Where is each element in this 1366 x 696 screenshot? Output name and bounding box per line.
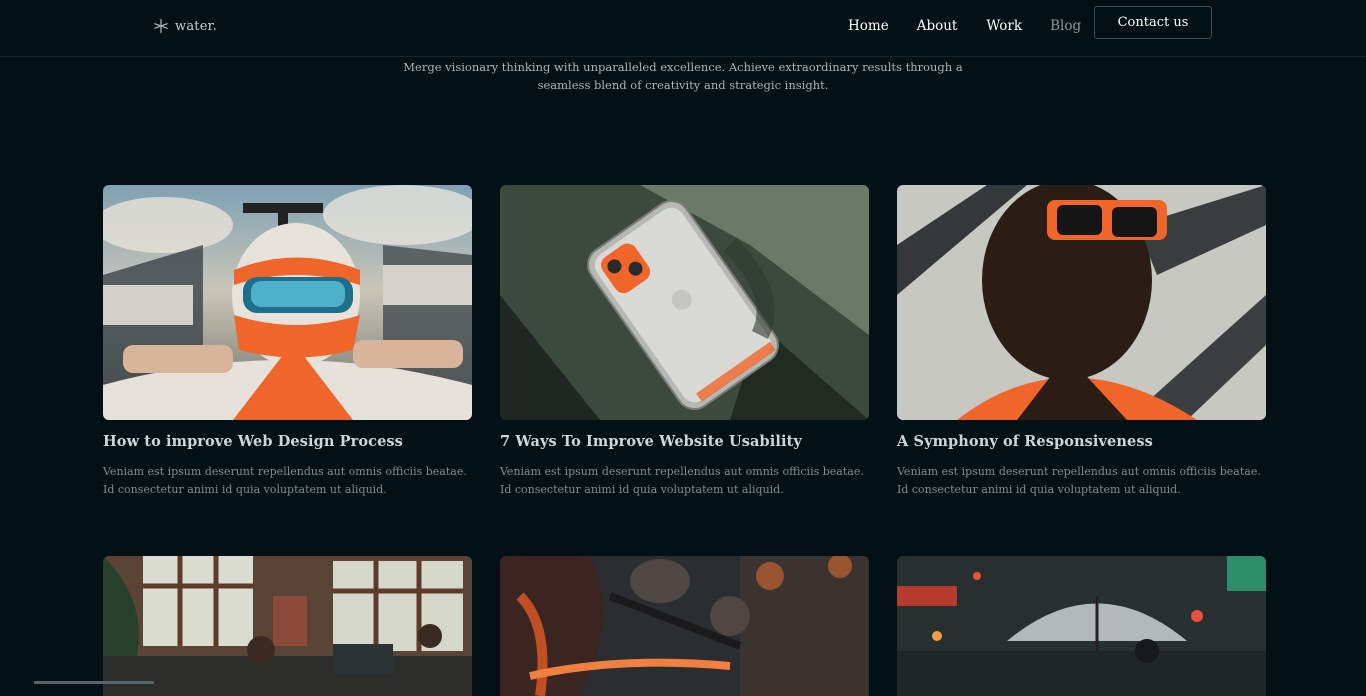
card-excerpt: Veniam est ipsum deserunt repellendus au… [500, 463, 869, 499]
card-image-umbrella[interactable] [897, 556, 1266, 696]
blog-card-responsiveness[interactable]: A Symphony of Responsiveness Veniam est … [897, 185, 1266, 499]
card-excerpt: Veniam est ipsum deserunt repellendus au… [897, 463, 1266, 499]
brand-logo[interactable]: water. [153, 15, 217, 37]
blog-card-bike[interactable] [500, 556, 869, 696]
nav-blog-link[interactable]: Blog [1050, 16, 1081, 36]
card-excerpt: Veniam est ipsum deserunt repellendus au… [103, 463, 472, 499]
card-title[interactable]: 7 Ways To Improve Website Usability [500, 433, 869, 451]
star-icon [153, 18, 169, 34]
card-title[interactable]: A Symphony of Responsiveness [897, 433, 1266, 451]
blog-card-usability[interactable]: 7 Ways To Improve Website Usability Veni… [500, 185, 869, 499]
main-nav: Home About Work Blog [848, 16, 1081, 36]
blog-card-office[interactable] [103, 556, 472, 696]
nav-work-link[interactable]: Work [986, 16, 1022, 36]
nav-home-link[interactable]: Home [848, 16, 889, 36]
card-title[interactable]: How to improve Web Design Process [103, 433, 472, 451]
blog-card-umbrella[interactable] [897, 556, 1266, 696]
card-image-portrait[interactable] [897, 185, 1266, 420]
top-navbar: water. Home About Work Blog Contact us [0, 0, 1366, 57]
card-image-bike[interactable] [500, 556, 869, 696]
card-image-office[interactable] [103, 556, 472, 696]
blog-card-web-design[interactable]: How to improve Web Design Process Veniam… [103, 185, 472, 499]
intro-text: Merge visionary thinking with unparallel… [383, 59, 983, 94]
nav-about-link[interactable]: About [917, 16, 958, 36]
card-image-phone[interactable] [500, 185, 869, 420]
brand-name: water. [175, 19, 217, 34]
card-image-racing-driver[interactable] [103, 185, 472, 420]
contact-us-button[interactable]: Contact us [1094, 6, 1212, 39]
